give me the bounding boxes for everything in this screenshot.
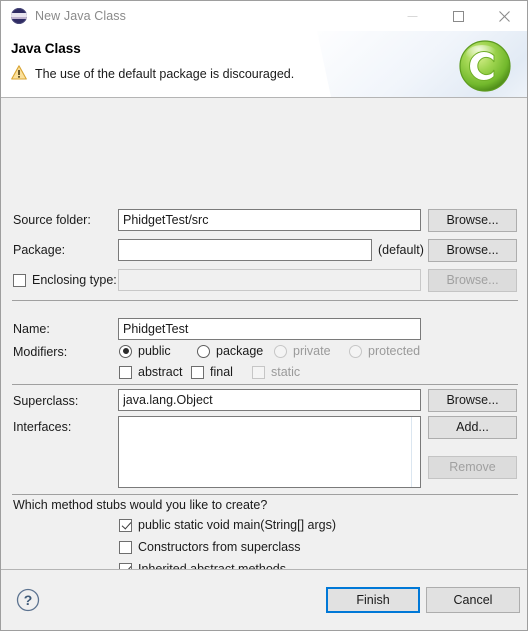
- radio-protected-icon: [349, 344, 362, 358]
- checkbox-abstract-icon[interactable]: [119, 365, 132, 379]
- java-class-wizard-logo: [458, 39, 512, 96]
- interfaces-add-button[interactable]: Add...: [428, 416, 517, 439]
- dialog-footer: ? Finish Cancel: [1, 569, 527, 630]
- checkbox-main-icon[interactable]: [119, 518, 132, 532]
- separator-top: [12, 300, 518, 301]
- radio-package-label: package: [216, 344, 264, 358]
- source-folder-input[interactable]: [118, 209, 421, 231]
- separator-bottom: [12, 494, 518, 495]
- radio-package-icon[interactable]: [197, 344, 210, 358]
- stub-checkbox-constructors[interactable]: Constructors from superclass: [119, 540, 301, 554]
- help-icon[interactable]: ?: [16, 588, 40, 615]
- superclass-input[interactable]: [118, 389, 421, 411]
- modifier-checkbox-static: static: [252, 365, 300, 379]
- superclass-browse-button[interactable]: Browse...: [428, 389, 517, 412]
- modifier-radio-private: private: [274, 344, 331, 358]
- modifier-radio-public[interactable]: public: [119, 344, 171, 358]
- modifiers-label: Modifiers:: [13, 345, 68, 359]
- new-java-class-dialog: New Java Class Java Class The use of the…: [0, 0, 528, 631]
- name-input[interactable]: [118, 318, 421, 340]
- wizard-header: Java Class The use of the default packag…: [1, 31, 527, 98]
- separator-middle: [12, 384, 518, 385]
- checkbox-final-label: final: [210, 365, 233, 379]
- radio-public-label: public: [138, 344, 171, 358]
- eclipse-java-icon: [11, 8, 27, 24]
- radio-private-icon: [274, 344, 287, 358]
- enclosing-type-browse-button: Browse...: [428, 269, 517, 292]
- interfaces-listbox[interactable]: [118, 416, 421, 488]
- svg-text:?: ?: [24, 592, 33, 608]
- radio-private-label: private: [293, 344, 331, 358]
- close-icon[interactable]: [481, 1, 527, 31]
- finish-button[interactable]: Finish: [326, 587, 420, 613]
- checkbox-final-icon[interactable]: [191, 365, 204, 379]
- header-message-text: The use of the default package is discou…: [35, 67, 295, 81]
- stub-checkbox-main[interactable]: public static void main(String[] args): [119, 518, 336, 532]
- enclosing-type-input: [118, 269, 421, 291]
- cancel-button[interactable]: Cancel: [426, 587, 520, 613]
- modifier-checkbox-abstract[interactable]: abstract: [119, 365, 182, 379]
- checkbox-constructors-icon[interactable]: [119, 540, 132, 554]
- method-stubs-question: Which method stubs would you like to cre…: [13, 498, 268, 512]
- interfaces-label: Interfaces:: [13, 420, 72, 434]
- package-browse-button[interactable]: Browse...: [428, 239, 517, 262]
- package-input[interactable]: [118, 239, 372, 261]
- modifier-checkbox-final[interactable]: final: [191, 365, 233, 379]
- name-label: Name:: [13, 322, 50, 336]
- checkbox-static-label: static: [271, 365, 301, 379]
- superclass-label: Superclass:: [13, 394, 79, 408]
- title-bar: New Java Class: [1, 1, 527, 31]
- warning-icon: [11, 65, 27, 83]
- enclosing-type-label: Enclosing type:: [32, 273, 117, 287]
- radio-public-icon[interactable]: [119, 344, 132, 358]
- package-label: Package:: [13, 243, 66, 257]
- checkbox-main-label: public static void main(String[] args): [138, 518, 336, 532]
- package-default-suffix: (default): [378, 243, 424, 257]
- minimize-icon[interactable]: [389, 1, 435, 31]
- checkbox-constructors-label: Constructors from superclass: [138, 540, 301, 554]
- modifier-radio-protected: protected: [349, 344, 420, 358]
- source-folder-browse-button[interactable]: Browse...: [428, 209, 517, 232]
- source-folder-label: Source folder:: [13, 213, 91, 227]
- modifier-radio-package[interactable]: package: [197, 344, 263, 358]
- radio-protected-label: protected: [368, 344, 421, 358]
- maximize-icon[interactable]: [435, 1, 481, 31]
- window-controls: [389, 1, 527, 31]
- header-message: The use of the default package is discou…: [11, 65, 294, 83]
- interfaces-remove-button: Remove: [428, 456, 517, 479]
- checkbox-abstract-label: abstract: [138, 365, 183, 379]
- page-title: Java Class: [11, 41, 81, 56]
- window-title: New Java Class: [35, 9, 127, 23]
- enclosing-type-checkbox-row[interactable]: Enclosing type:: [13, 273, 117, 287]
- checkbox-static-icon: [252, 365, 265, 379]
- enclosing-type-checkbox[interactable]: [13, 273, 26, 287]
- dialog-body: Source folder: Browse... Package: (defau…: [1, 98, 527, 616]
